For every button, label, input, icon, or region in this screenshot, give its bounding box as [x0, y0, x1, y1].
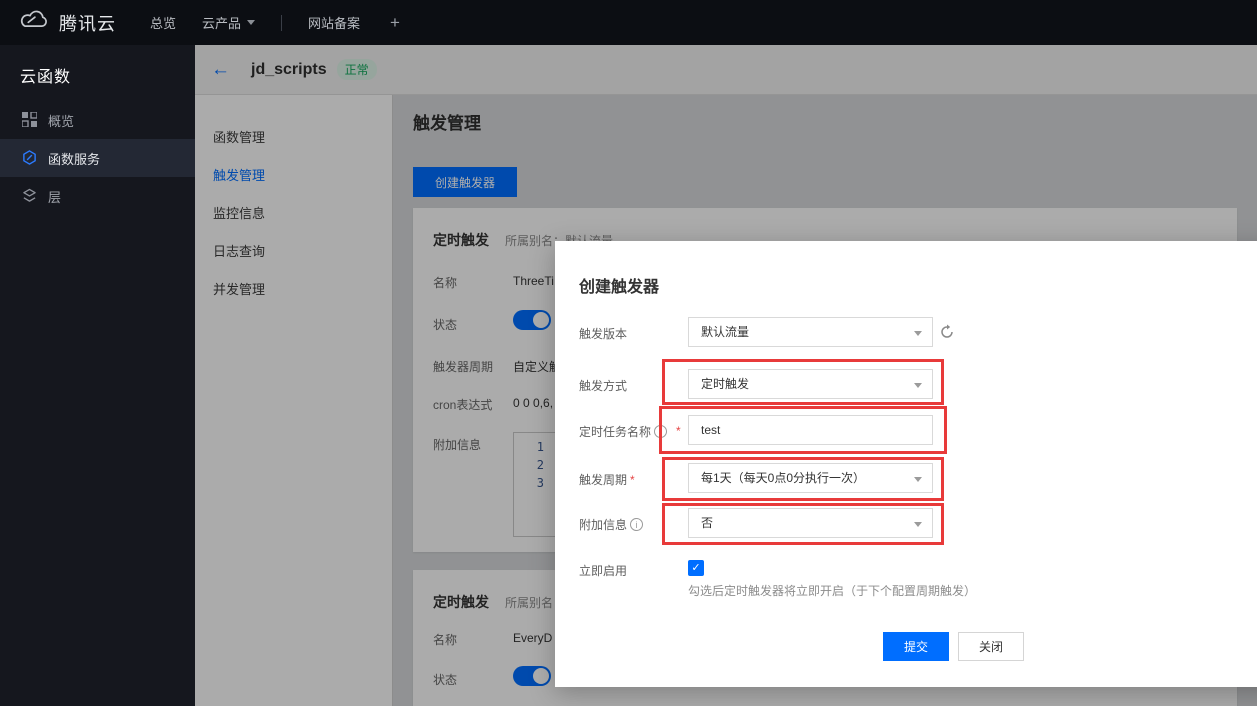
topnav-products[interactable]: 云产品	[202, 13, 255, 32]
field-label-task-name: 定时任务名称 i	[579, 423, 667, 440]
enable-now-hint: 勾选后定时触发器将立即开启（于下个配置周期触发）	[688, 582, 976, 599]
field-label-trigger-type: 触发方式	[579, 377, 627, 394]
required-mark: *	[630, 473, 635, 487]
topnav-overview[interactable]: 总览	[150, 13, 176, 32]
task-name-input[interactable]	[688, 415, 933, 445]
brand-name: 腾讯云	[59, 10, 116, 36]
topnav-icp[interactable]: 网站备案	[308, 13, 360, 32]
layers-icon	[22, 188, 38, 204]
field-label-enable-now: 立即启用	[579, 562, 627, 579]
chevron-down-icon	[914, 383, 922, 392]
sidebar-item-function-service[interactable]: 函数服务	[0, 139, 195, 177]
field-label-version: 触发版本	[579, 325, 627, 342]
chevron-down-icon	[914, 331, 922, 340]
function-icon	[22, 150, 38, 166]
chevron-down-icon	[914, 522, 922, 531]
topnav: 总览 云产品 网站备案 +	[150, 13, 400, 33]
field-label-period: 触发周期 *	[579, 471, 635, 488]
modal-title: 创建触发器	[579, 273, 659, 297]
add-tab-icon[interactable]: +	[390, 13, 400, 33]
period-select[interactable]: 每1天（每天0点0分执行一次）	[688, 463, 933, 493]
sidebar-item-layers[interactable]: 层	[0, 177, 195, 215]
enable-now-checkbox[interactable]: ✓	[688, 560, 704, 576]
brand[interactable]: 腾讯云	[0, 8, 116, 37]
extra-info-select[interactable]: 否	[688, 508, 933, 538]
product-sidebar: 云函数 概览 函数服务 层	[0, 45, 195, 706]
topbar: 腾讯云 总览 云产品 网站备案 +	[0, 0, 1257, 45]
sidebar-item-overview[interactable]: 概览	[0, 101, 195, 139]
grid-icon	[22, 112, 38, 128]
screen: 腾讯云 总览 云产品 网站备案 + 云函数 概览 函数服务	[0, 0, 1257, 706]
info-icon[interactable]: i	[654, 425, 667, 438]
close-button[interactable]: 关闭	[958, 632, 1024, 661]
refresh-icon[interactable]	[939, 324, 955, 340]
info-icon[interactable]: i	[630, 518, 643, 531]
field-label-extra-info: 附加信息 i	[579, 516, 643, 533]
product-title: 云函数	[0, 45, 195, 101]
topnav-divider	[281, 15, 282, 31]
required-mark: *	[676, 424, 681, 438]
trigger-type-select[interactable]: 定时触发	[688, 369, 933, 399]
tencent-cloud-logo-icon	[16, 8, 50, 37]
create-trigger-modal: 创建触发器 触发版本 默认流量 触发方式 定时触发 定时任务名称 i * 触发周…	[555, 241, 1257, 687]
submit-button[interactable]: 提交	[883, 632, 949, 661]
chevron-down-icon	[247, 20, 255, 29]
chevron-down-icon	[914, 477, 922, 486]
version-select[interactable]: 默认流量	[688, 317, 933, 347]
